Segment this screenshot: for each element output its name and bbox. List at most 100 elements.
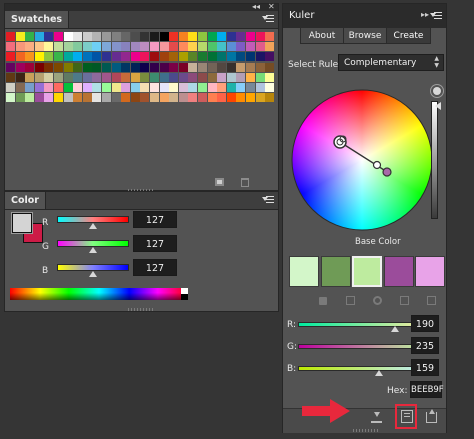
channel-slider[interactable]	[57, 216, 129, 223]
kuler-channel-value-input[interactable]: 235	[411, 337, 439, 354]
swatch-cell[interactable]	[198, 72, 207, 82]
swatch-cell[interactable]	[6, 72, 15, 82]
swatch-cell[interactable]	[15, 83, 25, 92]
swatch-cell[interactable]	[102, 72, 111, 82]
swatch-cell[interactable]	[246, 83, 255, 92]
swatch-cell[interactable]	[82, 42, 92, 52]
swatch-cell[interactable]	[73, 32, 83, 41]
swatch-cell[interactable]	[25, 32, 35, 41]
swatch-cell[interactable]	[217, 83, 227, 92]
swatch-cell[interactable]	[34, 72, 44, 82]
swatch-cell[interactable]	[130, 42, 140, 52]
panel-resize-grip[interactable]	[353, 429, 379, 432]
swatch-cell[interactable]	[130, 32, 140, 41]
swatches-panel-dock-strip[interactable]: ◂◂ ✕	[5, 2, 278, 11]
swatch-cell[interactable]	[150, 62, 159, 72]
swatches-tab[interactable]: Swatches	[5, 11, 70, 28]
panel-menu-icon[interactable]	[262, 15, 274, 24]
swatch-cell[interactable]	[236, 83, 246, 92]
swatch-cell[interactable]	[255, 93, 265, 103]
swatch-cell[interactable]	[44, 62, 54, 72]
color-wheel[interactable]	[288, 86, 436, 234]
swatch-tool-icon[interactable]	[400, 296, 409, 305]
swatch-cell[interactable]	[217, 62, 227, 72]
swatch-cell[interactable]	[102, 62, 111, 72]
swatch-cell[interactable]	[25, 72, 35, 82]
swatch-cell[interactable]	[15, 42, 25, 52]
kuler-channel-value-input[interactable]: 159	[411, 359, 439, 376]
theme-color-swatch[interactable]	[320, 256, 351, 287]
swatch-cell[interactable]	[207, 62, 217, 72]
channel-value-input[interactable]: 127	[133, 259, 177, 276]
swatch-cell[interactable]	[246, 42, 255, 52]
save-theme-icon[interactable]	[371, 412, 382, 423]
tab-about[interactable]: About	[300, 27, 344, 44]
swatch-cell[interactable]	[255, 52, 265, 62]
theme-color-swatch[interactable]	[383, 256, 414, 287]
swatch-cell[interactable]	[217, 52, 227, 62]
close-panel-icon[interactable]: ✕	[268, 2, 275, 11]
hex-input[interactable]: BEEB9F	[410, 381, 444, 398]
channel-value-input[interactable]: 127	[133, 211, 177, 228]
swatch-cell[interactable]	[6, 62, 15, 72]
swatch-cell[interactable]	[82, 52, 92, 62]
kuler-channel-value-input[interactable]: 190	[411, 315, 439, 332]
swatch-cell[interactable]	[63, 72, 73, 82]
swatch-cell[interactable]	[159, 32, 169, 41]
swatch-cell[interactable]	[44, 72, 54, 82]
channel-slider-thumb[interactable]	[89, 271, 97, 277]
swatch-cell[interactable]	[236, 32, 246, 41]
swatch-cell[interactable]	[54, 93, 63, 103]
swatch-cell[interactable]	[73, 62, 83, 72]
swatch-cell[interactable]	[255, 42, 265, 52]
swatch-cell[interactable]	[169, 52, 179, 62]
swatch-cell[interactable]	[82, 32, 92, 41]
channel-slider[interactable]	[57, 264, 129, 271]
swatch-cell[interactable]	[92, 83, 102, 92]
swatch-cell[interactable]	[111, 72, 121, 82]
swatch-cell[interactable]	[178, 93, 188, 103]
swatch-cell[interactable]	[63, 93, 73, 103]
swatch-cell[interactable]	[121, 72, 131, 82]
swatch-cell[interactable]	[92, 72, 102, 82]
swatch-cell[interactable]	[150, 52, 159, 62]
swatch-cell[interactable]	[73, 72, 83, 82]
swatch-cell[interactable]	[169, 62, 179, 72]
color-tab[interactable]: Color	[5, 192, 46, 209]
swatch-cell[interactable]	[73, 52, 83, 62]
swatch-cell[interactable]	[82, 83, 92, 92]
swatch-cell[interactable]	[159, 93, 169, 103]
swatch-cell[interactable]	[159, 62, 169, 72]
swatch-cell[interactable]	[198, 32, 207, 41]
swatch-cell[interactable]	[34, 52, 44, 62]
swatch-cell[interactable]	[178, 42, 188, 52]
swatch-cell[interactable]	[188, 93, 198, 103]
panel-menu-icon[interactable]	[430, 12, 442, 21]
swatch-cell[interactable]	[178, 52, 188, 62]
swatch-cell[interactable]	[121, 83, 131, 92]
swatch-cell[interactable]	[188, 83, 198, 92]
foreground-color-swatch[interactable]	[12, 213, 32, 233]
theme-color-swatch[interactable]	[289, 256, 319, 287]
swatch-cell[interactable]	[102, 32, 111, 41]
swatch-cell[interactable]	[111, 93, 121, 103]
channel-slider-thumb[interactable]	[89, 247, 97, 253]
swatch-cell[interactable]	[73, 83, 83, 92]
swatch-cell[interactable]	[25, 52, 35, 62]
swatch-cell[interactable]	[102, 83, 111, 92]
swatch-cell[interactable]	[150, 83, 159, 92]
swatch-cell[interactable]	[236, 52, 246, 62]
swatch-cell[interactable]	[159, 72, 169, 82]
swatch-cell[interactable]	[6, 42, 15, 52]
swatch-cell[interactable]	[130, 72, 140, 82]
swatch-cell[interactable]	[159, 52, 169, 62]
swatch-cell[interactable]	[102, 93, 111, 103]
swatch-cell[interactable]	[34, 93, 44, 103]
swatch-cell[interactable]	[82, 62, 92, 72]
swatch-cell[interactable]	[246, 52, 255, 62]
swatch-cell[interactable]	[54, 62, 63, 72]
swatch-cell[interactable]	[246, 93, 255, 103]
swatch-cell[interactable]	[63, 52, 73, 62]
brightness-slider[interactable]	[431, 101, 438, 219]
swatch-cell[interactable]	[6, 52, 15, 62]
